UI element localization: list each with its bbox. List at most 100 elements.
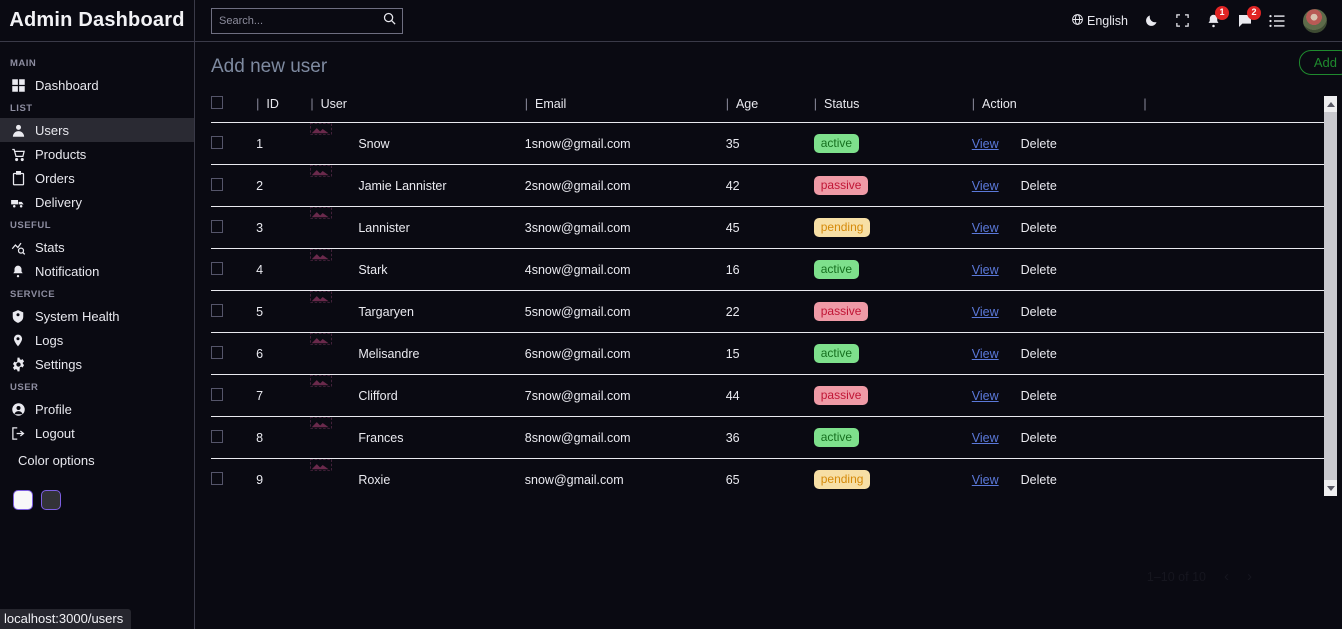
row-checkbox[interactable] <box>211 261 223 275</box>
delete-button[interactable]: Delete <box>1021 389 1057 403</box>
sidebar-item-label: Settings <box>35 356 82 372</box>
delete-button[interactable]: Delete <box>1021 137 1057 151</box>
pagination-range: 1–10 of 10 <box>1146 569 1206 584</box>
sidebar-item-notification[interactable]: Notification <box>0 259 194 283</box>
cell-tail <box>1143 290 1324 333</box>
column-header-action[interactable]: | Action <box>972 96 1144 123</box>
user-avatar[interactable] <box>1302 7 1328 34</box>
view-button[interactable]: View <box>972 263 999 277</box>
scrollbar-thumb[interactable] <box>1324 114 1337 454</box>
sidebar-item-delivery[interactable]: Delivery <box>0 190 194 214</box>
table-row[interactable]: 7 Clifford 7snow@gmail.com 44 passive View Del… <box>211 374 1324 417</box>
swatch-dark[interactable] <box>41 490 61 510</box>
sidebar-item-stats[interactable]: Stats <box>0 235 194 259</box>
notifications-icon[interactable]: 1 <box>1206 5 1229 29</box>
column-header-status[interactable]: | Status <box>814 96 972 123</box>
pagination-next-button[interactable]: › <box>1247 568 1252 585</box>
scroll-down-button[interactable] <box>1324 480 1337 496</box>
topbar-actions: English 1 2 <box>1071 5 1334 34</box>
cell-email: 1snow@gmail.com <box>524 122 726 165</box>
browser-status-url: localhost:3000/users <box>0 609 132 629</box>
row-checkbox[interactable] <box>211 135 223 149</box>
scroll-up-button[interactable] <box>1324 96 1337 112</box>
sidebar-item-products[interactable]: Products <box>0 142 194 166</box>
cell-user: Stark <box>310 248 525 291</box>
view-button[interactable]: View <box>972 389 999 403</box>
cell-status: pending <box>813 458 972 496</box>
view-button[interactable]: View <box>972 305 999 319</box>
messages-icon[interactable]: 2 <box>1237 5 1261 29</box>
row-checkbox[interactable] <box>211 429 223 443</box>
fullscreen-icon[interactable] <box>1175 13 1190 28</box>
delete-button[interactable]: Delete <box>1021 473 1057 487</box>
messages-badge: 2 <box>1247 5 1261 20</box>
sidebar-item-dashboard[interactable]: Dashboard <box>0 73 194 97</box>
view-button[interactable]: View <box>972 431 999 445</box>
row-checkbox[interactable] <box>211 345 223 359</box>
delete-button[interactable]: Delete <box>1021 305 1057 319</box>
row-select-cell <box>211 290 257 333</box>
column-header-user[interactable]: | User <box>310 96 524 123</box>
row-checkbox[interactable] <box>211 177 223 191</box>
table-row[interactable]: 6 Melisandre 6snow@gmail.com 15 active View De… <box>211 332 1324 375</box>
cart-icon <box>10 146 26 162</box>
view-button[interactable]: View <box>972 137 999 151</box>
pagination-prev-button[interactable]: ‹ <box>1224 568 1229 585</box>
table-row[interactable]: 4 Stark 4snow@gmail.com 16 active View Delete <box>211 248 1324 291</box>
broken-image-icon <box>310 458 333 471</box>
select-all-checkbox[interactable] <box>211 96 223 109</box>
table-row[interactable]: 8 Frances 8snow@gmail.com 36 active View Delet… <box>211 416 1324 459</box>
column-header-age[interactable]: | Age <box>726 96 814 123</box>
delete-button[interactable]: Delete <box>1021 179 1057 193</box>
sidebar-item-profile[interactable]: Profile <box>0 397 194 421</box>
column-header-id[interactable]: | ID <box>256 96 310 123</box>
sidebar-item-settings[interactable]: Settings <box>0 352 194 376</box>
swatch-light[interactable] <box>13 490 33 510</box>
truck-icon <box>10 194 26 210</box>
sidebar-item-system-health[interactable]: System Health <box>0 304 194 328</box>
search-input[interactable] <box>219 14 382 27</box>
cell-user: Snow <box>310 122 525 165</box>
language-selector[interactable]: English <box>1071 13 1128 29</box>
table-row[interactable]: 3 Lannister 3snow@gmail.com 45 pending View De… <box>211 206 1324 249</box>
status-badge: active <box>813 344 860 363</box>
list-menu-icon[interactable] <box>1269 14 1286 28</box>
row-checkbox[interactable] <box>211 387 223 401</box>
column-header-email[interactable]: | Email <box>525 96 726 123</box>
sidebar-item-users[interactable]: Users <box>0 118 194 142</box>
view-button[interactable]: View <box>972 179 999 193</box>
row-select-cell <box>211 332 257 375</box>
row-checkbox[interactable] <box>211 471 223 485</box>
table-scrollbar[interactable] <box>1324 96 1337 496</box>
delete-button[interactable]: Delete <box>1021 221 1057 235</box>
view-button[interactable]: View <box>972 347 999 361</box>
view-button[interactable]: View <box>972 473 999 487</box>
delete-button[interactable]: Delete <box>1021 263 1057 277</box>
table-row[interactable]: 2 Jamie Lannister 2snow@gmail.com 42 passive… <box>211 164 1324 207</box>
view-button[interactable]: View <box>972 221 999 235</box>
sidebar-item-orders[interactable]: Orders <box>0 166 194 190</box>
sidebar-item-label: Profile <box>35 401 72 417</box>
table-row[interactable]: 1 Snow 1snow@gmail.com 35 active View Delete <box>211 122 1324 165</box>
table-row[interactable]: 9 Roxie snow@gmail.com 65 pending View Delete <box>211 458 1324 496</box>
sidebar-item-logs[interactable]: Logs <box>0 328 194 352</box>
cell-status: active <box>813 332 972 375</box>
cell-action: View Delete <box>971 416 1144 459</box>
cell-age: 44 <box>725 374 814 417</box>
sidebar-item-logout[interactable]: Logout <box>0 421 194 445</box>
delete-button[interactable]: Delete <box>1021 431 1057 445</box>
delete-button[interactable]: Delete <box>1021 347 1057 361</box>
search-icon[interactable] <box>382 11 397 31</box>
cell-user: Frances <box>310 416 525 459</box>
admin-dashboard-app: Admin Dashboard MAIN Dashboard LIST Users Pr… <box>0 0 1342 629</box>
row-checkbox[interactable] <box>211 303 223 317</box>
cell-age: 65 <box>725 458 814 496</box>
add-button[interactable]: Add <box>1298 50 1342 75</box>
row-checkbox[interactable] <box>211 219 223 233</box>
table-row[interactable]: 5 Targaryen 5snow@gmail.com 22 passive View De… <box>211 290 1324 333</box>
table-head: | ID | User | Email | Age | Status | Action | <box>211 96 1324 123</box>
dark-mode-toggle[interactable] <box>1144 13 1159 28</box>
cell-action: View Delete <box>971 374 1144 417</box>
nav-section-title-useful: USEFUL <box>10 220 51 231</box>
search-box[interactable] <box>211 7 403 34</box>
